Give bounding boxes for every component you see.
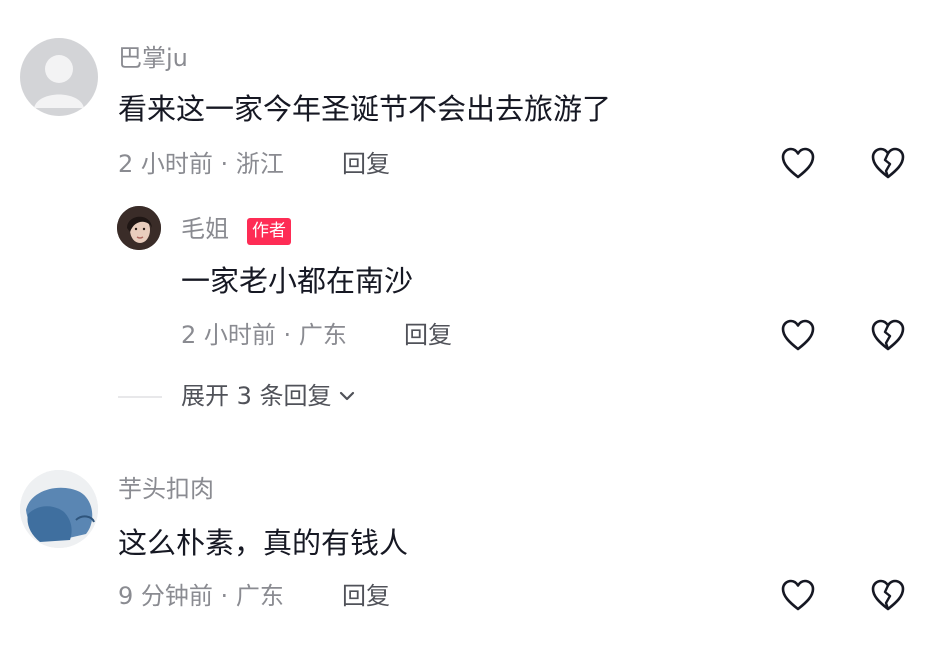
separator: · [220,150,229,178]
comment-text: 看来这一家今年圣诞节不会出去旅游了 [118,92,612,126]
separator: · [283,321,292,349]
avatar[interactable] [20,470,98,548]
heart-icon[interactable] [780,318,816,352]
expand-replies-button[interactable]: 展开 3 条回复 [181,384,356,408]
author-badge: 作者 [247,218,291,245]
reply-button[interactable]: 回复 [342,152,390,176]
comment-username[interactable]: 巴掌ju [118,46,188,70]
comment-meta: 9 分钟前 · 广东 [118,584,284,608]
heart-icon[interactable] [780,578,816,612]
avatar[interactable] [20,38,98,116]
reply-time: 2 小时前 [181,321,276,349]
heart-icon[interactable] [780,146,816,180]
author-avatar-icon [117,206,161,250]
cartoon-avatar-icon [20,470,98,548]
separator: · [220,582,229,610]
reply-button[interactable]: 回复 [342,584,390,608]
reply-username[interactable]: 毛姐 [181,217,229,241]
comment-meta: 2 小时前 · 浙江 [118,152,284,176]
reply-text: 一家老小都在南沙 [181,264,414,298]
expand-divider [118,396,162,398]
reply-meta: 2 小时前 · 广东 [181,323,347,347]
reply-button[interactable]: 回复 [404,323,452,347]
chevron-down-icon [339,391,354,401]
comment-username[interactable]: 芋头扣肉 [118,477,214,501]
broken-heart-icon[interactable] [870,146,906,180]
reply-location: 广东 [298,321,347,349]
default-avatar-icon [34,55,84,108]
comment-location: 广东 [235,582,284,610]
comment-text: 这么朴素，真的有钱人 [118,526,409,560]
avatar[interactable] [117,206,161,250]
comment-time: 9 分钟前 [118,582,213,610]
comment-location: 浙江 [235,150,284,178]
broken-heart-icon[interactable] [870,318,906,352]
comment-time: 2 小时前 [118,150,213,178]
broken-heart-icon[interactable] [870,578,906,612]
expand-replies-label: 展开 3 条回复 [181,382,332,410]
